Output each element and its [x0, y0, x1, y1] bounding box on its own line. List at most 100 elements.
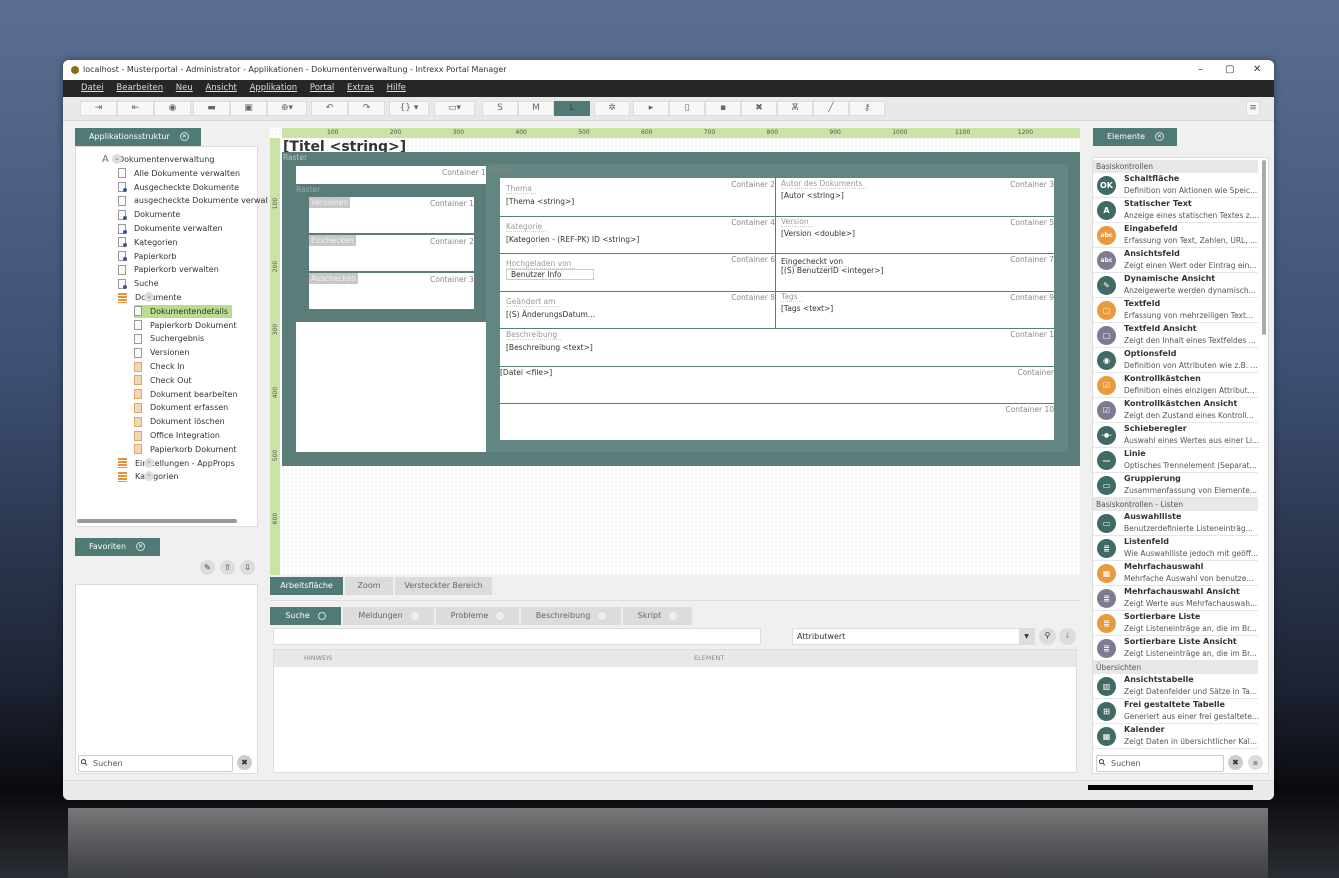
close-icon[interactable]: ✕ [136, 542, 146, 551]
tree-item[interactable]: Dokument löschen [134, 415, 225, 428]
save-icon[interactable]: ▣ [230, 101, 267, 116]
upload-icon[interactable]: ⇧ [220, 560, 235, 575]
element-item[interactable]: ▢ Textfeld Ansicht Zeigt den Inhalt eines … [1093, 323, 1258, 348]
close-icon[interactable] [410, 611, 419, 620]
minimize-button[interactable]: – [1198, 60, 1203, 80]
key-icon[interactable]: ⚷ [849, 101, 885, 116]
antenna-icon[interactable]: Ѫ [777, 101, 813, 116]
redo-icon[interactable]: ↷ [348, 101, 385, 116]
close-icon[interactable] [496, 611, 505, 620]
logout-icon[interactable]: ⇤ [117, 101, 154, 116]
tab-probleme[interactable]: Probleme [436, 607, 519, 625]
more-menu-button[interactable]: ≡ [1246, 101, 1260, 116]
data-field[interactable]: [Autor <string>] [781, 191, 844, 200]
element-item[interactable]: ⊞ Frei gestaltete Tabelle Generiert aus ei… [1093, 699, 1259, 724]
container-bottom-left[interactable] [296, 322, 486, 452]
page-icon[interactable]: ▯ [669, 101, 705, 116]
design-canvas[interactable]: 100 200 300 400 500 600 700 800 900 1000 1100 1200 … [270, 128, 1080, 575]
element-item[interactable]: ≣ Sortierbare Liste Zeigt Listeneinträge a… [1093, 611, 1258, 636]
download-icon[interactable]: ⇩ [240, 560, 255, 575]
menu-datei[interactable]: Datei [81, 83, 104, 93]
tree-item[interactable]: Dokumentendetails [134, 304, 233, 318]
tab-skript[interactable]: Skript [623, 607, 692, 625]
tree-item[interactable]: Dokument bearbeiten [134, 388, 238, 401]
element-item[interactable]: — Linie Optisches Trennelement (Separat... [1093, 448, 1258, 473]
close-button[interactable]: ✕ [1253, 60, 1261, 80]
clear-search-icon[interactable]: ✖ [1228, 755, 1243, 770]
download-icon[interactable]: ↓ [1059, 628, 1076, 645]
menu-neu[interactable]: Neu [176, 83, 193, 93]
device-dropdown-icon[interactable]: ▭▾ [434, 101, 475, 116]
tree-item[interactable]: Suche [118, 277, 159, 290]
pencil-icon[interactable]: ╱ [813, 101, 849, 116]
menu-extras[interactable]: Extras [347, 83, 374, 93]
close-icon[interactable] [317, 611, 326, 620]
menu-ansicht[interactable]: Ansicht [205, 83, 236, 93]
web-dropdown-icon[interactable]: ⊕▾ [267, 101, 307, 116]
open-folder-icon[interactable]: ▬ [193, 101, 230, 116]
tree-item[interactable]: Versionen [134, 346, 189, 359]
wand-icon[interactable]: ✲ [594, 101, 630, 116]
element-item[interactable]: abc Ansichtsfeld Zeigt einen Wert oder Ein… [1093, 248, 1258, 273]
edit-icon[interactable]: ✎ [200, 560, 215, 575]
delete-icon[interactable]: ✖ [741, 101, 777, 116]
element-item[interactable]: ≣ Listenfeld Wie Auswahlliste jedoch mit g… [1093, 536, 1258, 561]
tab-suche[interactable]: Suche [270, 607, 341, 625]
element-item[interactable]: ▭ Auswahlliste Benutzerdefinierte Listenei… [1093, 511, 1258, 536]
data-field[interactable]: [Thema <string>] [506, 197, 574, 206]
clear-search-icon[interactable]: ✖ [237, 755, 252, 770]
tree-item[interactable]: Alle Dokumente verwalten [118, 167, 240, 180]
element-item[interactable]: abc Eingabefeld Erfassung von Text, Zahlen… [1093, 223, 1258, 248]
expand-icon[interactable]: › [144, 457, 154, 468]
tree-item[interactable]: Dokumente [118, 208, 180, 221]
bottom-search-input[interactable] [273, 628, 761, 645]
close-icon[interactable]: ✕ [1155, 132, 1165, 141]
user-info-field[interactable]: Benutzer Info [506, 269, 594, 280]
tab-beschreibung[interactable]: Beschreibung [521, 607, 621, 625]
element-item[interactable]: ▥ Ansichtstabelle Zeigt Datenfelder und Sä… [1093, 674, 1258, 699]
size-l-button[interactable]: L [554, 101, 590, 116]
tree-item[interactable]: ⌄ A Dokumentenverwaltung [102, 153, 214, 166]
tree-search-input[interactable]: Suchen [78, 755, 233, 772]
tree-item[interactable]: Check Out [134, 374, 192, 387]
elements-search-input[interactable]: Suchen [1096, 755, 1224, 772]
menu-portal[interactable]: Portal [310, 83, 334, 93]
tab-arbeitsflaeche[interactable]: Arbeitsfläche [270, 577, 343, 595]
tree-item[interactable]: ausgecheckte Dokumente verwal [118, 194, 268, 207]
collapse-icon[interactable]: ⌄ [144, 292, 154, 302]
element-item[interactable]: ▭ Gruppierung Zusammenfassung von Elemente… [1093, 473, 1258, 498]
chevron-down-icon[interactable]: ▼ [1019, 629, 1034, 644]
versionen-button[interactable]: Versionen [309, 197, 350, 208]
login-icon[interactable]: ⇥ [80, 101, 117, 116]
tab-favoriten[interactable]: Favoriten ✕ [75, 538, 160, 556]
element-item[interactable]: ☑ Kontrollkästchen Definition eines einzig… [1093, 373, 1258, 398]
data-field[interactable]: [Tags <text>] [781, 304, 833, 313]
data-field[interactable]: [(S) BenutzerID <integer>] [781, 266, 883, 275]
play-icon[interactable]: ▸ [633, 101, 669, 116]
globe-icon[interactable]: ◉ [154, 101, 191, 116]
data-field[interactable]: [Datei <file>] [500, 368, 552, 377]
tab-elemente[interactable]: Elemente ✕ [1093, 128, 1177, 146]
column-element[interactable]: ELEMENT [694, 650, 724, 667]
tree-item[interactable]: Office Integration [134, 429, 220, 442]
data-field[interactable]: [Beschreibung <text>] [506, 343, 593, 352]
element-item[interactable]: A Statischer Text Anzeige eines statischen… [1093, 198, 1259, 223]
menu-hilfe[interactable]: Hilfe [387, 83, 406, 93]
tree-item[interactable]: Suchergebnis [134, 332, 204, 345]
undo-icon[interactable]: ↶ [311, 101, 348, 116]
data-field[interactable]: [(S) ÄnderungsDatum... [506, 310, 595, 319]
close-icon[interactable] [669, 611, 678, 620]
element-item[interactable]: ▢ Textfeld Erfassung von mehrzeiligen Text… [1093, 298, 1258, 323]
tab-applikationsstruktur[interactable]: Applikationsstruktur ✕ [75, 128, 201, 146]
collapse-icon[interactable]: ⌄ [112, 154, 122, 164]
element-item[interactable]: ▦ Mehrfachauswahl Mehrfache Auswahl von be… [1093, 561, 1258, 586]
element-item[interactable]: ✎ Dynamische Ansicht Anzeigewerte werden d… [1093, 273, 1258, 298]
column-hinweis[interactable]: HINWEIS [304, 650, 332, 667]
data-field[interactable]: [Kategorien - (REF-PK) ID <string>] [506, 235, 639, 244]
close-icon[interactable]: ✕ [179, 132, 189, 141]
menu-applikation[interactable]: Applikation [250, 83, 298, 93]
tree-item[interactable]: Papierkorb [118, 250, 177, 263]
menu-bearbeiten[interactable]: Bearbeiten [116, 83, 163, 93]
tab-meldungen[interactable]: Meldungen [343, 607, 434, 625]
element-item[interactable]: OK Schaltfläche Definition von Aktionen wi… [1093, 173, 1258, 198]
